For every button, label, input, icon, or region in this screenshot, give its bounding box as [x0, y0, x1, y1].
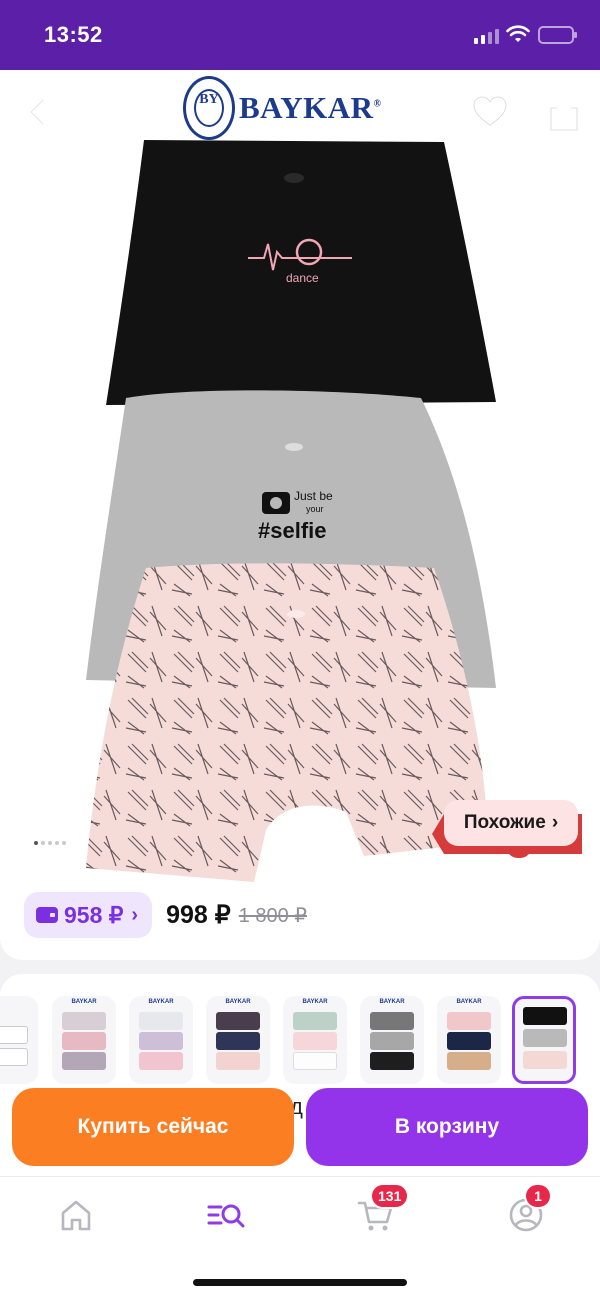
share-icon[interactable]	[544, 90, 584, 134]
bottom-tab-bar: 131 1	[0, 1176, 600, 1297]
buy-now-button[interactable]: Купить сейчас	[12, 1088, 294, 1166]
cart-tab[interactable]: 131	[356, 1183, 410, 1235]
catalog-search-icon[interactable]	[206, 1195, 246, 1235]
similar-ribbon-tab	[506, 846, 532, 858]
similar-button-face[interactable]: Похожие ›	[444, 800, 578, 846]
carousel-dot	[41, 841, 45, 845]
product-page: 13:52 BY BAYKAR® dance Just be your #sel…	[0, 0, 600, 1297]
profile-tab[interactable]: 1	[506, 1183, 552, 1235]
svg-text:Just be: Just be	[294, 489, 333, 503]
product-gallery[interactable]: BY BAYKAR® dance Just be your #selfie По…	[0, 70, 600, 960]
brand-seal: BY	[183, 76, 235, 140]
back-icon[interactable]	[18, 92, 58, 132]
wallet-icon	[36, 907, 58, 923]
action-bar: д Купить сейчас В корзину	[0, 1086, 600, 1176]
carousel-dot	[48, 841, 52, 845]
battery-icon	[538, 26, 577, 44]
variant-thumb[interactable]: BAYKAR	[52, 996, 116, 1084]
add-to-cart-button[interactable]: В корзину	[306, 1088, 588, 1166]
status-bar: 13:52	[0, 0, 600, 70]
brand-wordmark: BAYKAR®	[239, 90, 382, 125]
svg-text:#selfie: #selfie	[258, 518, 327, 543]
carousel-dot-active	[34, 841, 38, 845]
variant-thumb[interactable]: BAYKAR	[360, 996, 424, 1084]
bonus-price-pill[interactable]: 958 ₽ ›	[24, 892, 153, 938]
svg-text:your: your	[306, 504, 324, 514]
heart-icon[interactable]	[470, 92, 510, 132]
chevron-right-icon: ›	[551, 812, 559, 833]
wifi-icon	[506, 25, 530, 42]
current-price: 998 ₽	[166, 901, 231, 929]
variant-thumbnails[interactable]: BAYKAR BAYKAR BAYKAR BAYKAR BAYKAR BAYKA…	[0, 974, 600, 1086]
home-icon[interactable]	[56, 1195, 96, 1235]
bonus-price: 958 ₽	[64, 901, 124, 928]
cellular-signal-icon	[474, 28, 500, 44]
chevron-right-icon: ›	[131, 903, 139, 926]
variant-thumb[interactable]: BAYKAR	[283, 996, 347, 1084]
brand-logo: BY BAYKAR®	[183, 76, 415, 140]
variant-thumb[interactable]: BAYKAR	[437, 996, 501, 1084]
similar-button-label: Похожие	[463, 812, 546, 833]
similar-products-button[interactable]: Похожие ›	[432, 800, 582, 858]
home-indicator	[193, 1279, 407, 1286]
carousel-dot	[62, 841, 66, 845]
profile-notification-badge: 1	[524, 1183, 552, 1209]
carousel-indicator	[34, 832, 69, 845]
variant-thumb[interactable]: BAYKAR	[206, 996, 270, 1084]
variant-thumb-selected[interactable]	[512, 996, 576, 1084]
price-row: 958 ₽ › 998 ₽ 1 800 ₽	[24, 892, 307, 938]
variant-thumb[interactable]: BAYKAR	[129, 996, 193, 1084]
svg-text:dance: dance	[286, 271, 319, 285]
status-time: 13:52	[44, 22, 103, 47]
product-photo: dance Just be your #selfie	[86, 140, 496, 882]
old-price: 1 800 ₽	[238, 904, 307, 927]
cart-count-badge: 131	[370, 1183, 410, 1209]
carousel-dot	[55, 841, 59, 845]
variant-thumb[interactable]	[0, 996, 38, 1084]
